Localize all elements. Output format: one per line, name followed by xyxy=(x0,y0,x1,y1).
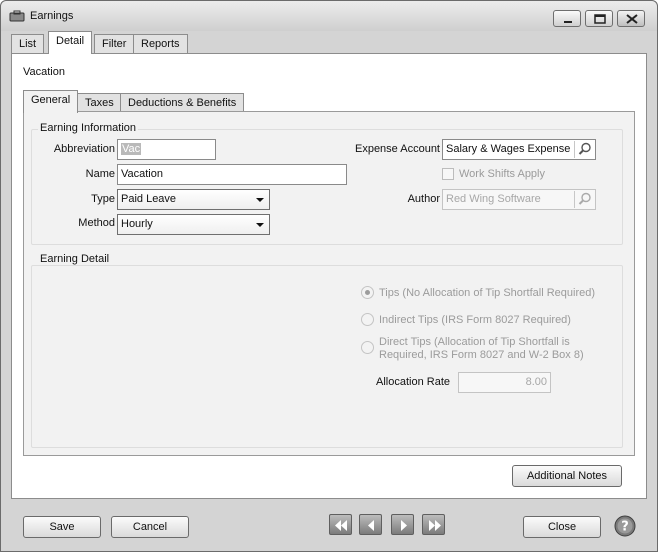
save-button[interactable]: Save xyxy=(23,516,101,538)
abbreviation-label: Abbreviation xyxy=(53,143,115,155)
record-title: Vacation xyxy=(23,66,65,78)
earning-information-label: Earning Information xyxy=(38,122,138,134)
expense-account-label: Expense Account xyxy=(354,143,440,155)
last-record-icon xyxy=(429,520,441,531)
first-record-button[interactable] xyxy=(329,514,352,535)
briefcase-icon xyxy=(9,10,25,22)
subtab-deductions-benefits[interactable]: Deductions & Benefits xyxy=(120,93,245,113)
cancel-button[interactable]: Cancel xyxy=(111,516,189,538)
magnifier-icon xyxy=(578,142,591,155)
earning-detail-label: Earning Detail xyxy=(38,253,112,265)
magnifier-icon xyxy=(578,192,591,205)
method-value: Hourly xyxy=(121,218,153,230)
direct-tips-radio[interactable] xyxy=(361,341,374,354)
expense-account-value: Salary & Wages Expense xyxy=(446,143,571,155)
title-bar: Earnings xyxy=(1,1,657,31)
previous-record-button[interactable] xyxy=(359,514,382,535)
close-icon xyxy=(626,14,638,24)
author-label: Author xyxy=(407,193,440,205)
minimize-icon xyxy=(564,21,572,23)
indirect-tips-label: Indirect Tips (IRS Form 8027 Required) xyxy=(379,314,571,326)
work-shifts-checkbox[interactable] xyxy=(442,168,454,180)
type-label: Type xyxy=(91,193,115,205)
previous-record-icon xyxy=(368,520,374,531)
next-record-button[interactable] xyxy=(391,514,414,535)
direct-tips-label-line2: Required, IRS Form 8027 and W-2 Box 8) xyxy=(379,349,584,361)
allocation-rate-label: Allocation Rate xyxy=(376,376,450,388)
author-lookup-button xyxy=(574,191,594,208)
first-record-icon xyxy=(335,520,347,531)
chevron-down-icon xyxy=(256,223,264,227)
general-tab-panel: Earning Information Earning Detail xyxy=(23,111,635,456)
expense-account-field[interactable]: Salary & Wages Expense xyxy=(442,139,596,160)
svg-text:?: ? xyxy=(621,520,629,535)
minimize-button[interactable] xyxy=(553,10,581,27)
additional-notes-button[interactable]: Additional Notes xyxy=(512,465,622,487)
last-record-button[interactable] xyxy=(422,514,445,535)
next-record-icon xyxy=(401,520,407,531)
work-shifts-label: Work Shifts Apply xyxy=(459,168,545,180)
type-select[interactable]: Paid Leave xyxy=(117,189,270,210)
tab-filter[interactable]: Filter xyxy=(94,34,135,54)
author-value: Red Wing Software xyxy=(446,193,541,205)
tab-detail[interactable]: Detail xyxy=(48,31,93,54)
maximize-icon xyxy=(594,14,606,24)
tips-radio[interactable] xyxy=(361,286,374,299)
tab-reports[interactable]: Reports xyxy=(133,34,188,54)
tab-list[interactable]: List xyxy=(11,34,45,54)
indirect-tips-radio[interactable] xyxy=(361,313,374,326)
type-value: Paid Leave xyxy=(121,193,177,205)
close-window-button[interactable] xyxy=(617,10,645,27)
subtab-taxes[interactable]: Taxes xyxy=(77,93,122,113)
abbreviation-value: Vac xyxy=(121,143,142,155)
name-field[interactable]: Vacation xyxy=(117,164,347,185)
window-title: Earnings xyxy=(30,10,74,22)
close-button[interactable]: Close xyxy=(523,516,601,538)
direct-tips-label-line1: Direct Tips (Allocation of Tip Shortfall… xyxy=(379,336,570,348)
maximize-button[interactable] xyxy=(585,10,613,27)
method-select[interactable]: Hourly xyxy=(117,214,270,235)
method-label: Method xyxy=(78,217,115,229)
subtab-general[interactable]: General xyxy=(23,90,79,113)
earnings-window: Earnings List Detail Filter Reports Vaca… xyxy=(0,0,658,552)
abbreviation-field[interactable]: Vac xyxy=(117,139,216,160)
expense-account-lookup-button[interactable] xyxy=(574,141,594,158)
name-label: Name xyxy=(85,168,115,180)
allocation-rate-field: 8.00 xyxy=(458,372,551,393)
author-field: Red Wing Software xyxy=(442,189,596,210)
chevron-down-icon xyxy=(256,198,264,202)
help-icon[interactable]: ? xyxy=(614,515,636,537)
tips-label: Tips (No Allocation of Tip Shortfall Req… xyxy=(379,287,596,299)
